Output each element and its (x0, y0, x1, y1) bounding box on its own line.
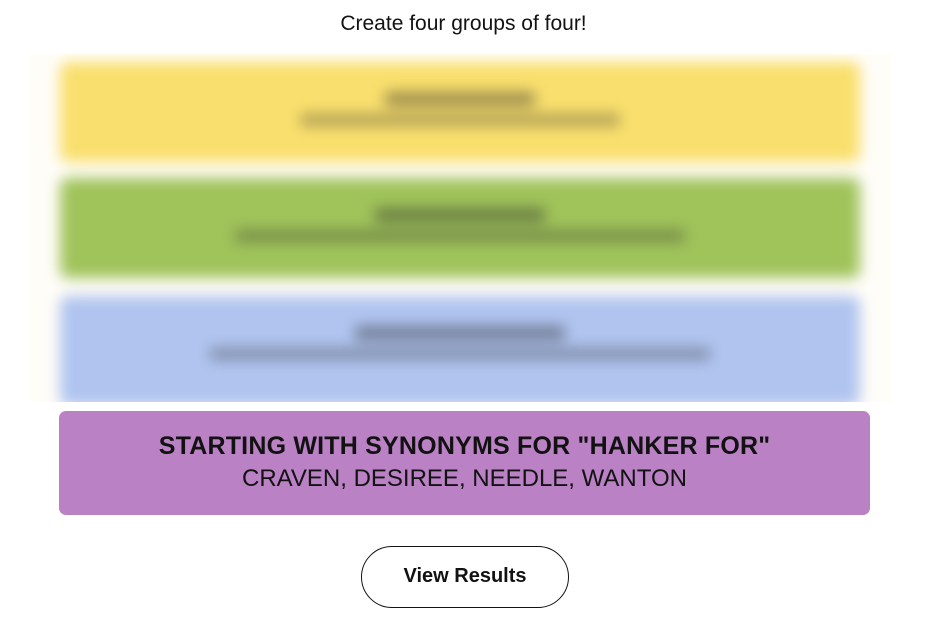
hidden-group-members (210, 348, 710, 360)
hidden-group-members (235, 230, 685, 242)
blurred-solved-groups (30, 54, 891, 402)
connections-game: Create four groups of four! STARTING WIT… (0, 0, 927, 641)
hidden-group-title (375, 208, 545, 222)
hidden-group-title (385, 92, 535, 106)
hidden-group-members (300, 114, 620, 126)
hidden-group-title (355, 326, 565, 340)
view-results-button[interactable]: View Results (361, 546, 569, 608)
solved-group-yellow (60, 62, 860, 162)
group-title: STARTING WITH SYNONYMS FOR "HANKER FOR" (158, 432, 771, 460)
group-members: CRAVEN, DESIREE, NEEDLE, WANTON (242, 465, 687, 492)
revealed-group-purple: STARTING WITH SYNONYMS FOR "HANKER FOR" … (59, 411, 870, 515)
instructions-text: Create four groups of four! (340, 12, 587, 35)
solved-group-blue (60, 296, 860, 402)
solved-group-green (60, 178, 860, 278)
